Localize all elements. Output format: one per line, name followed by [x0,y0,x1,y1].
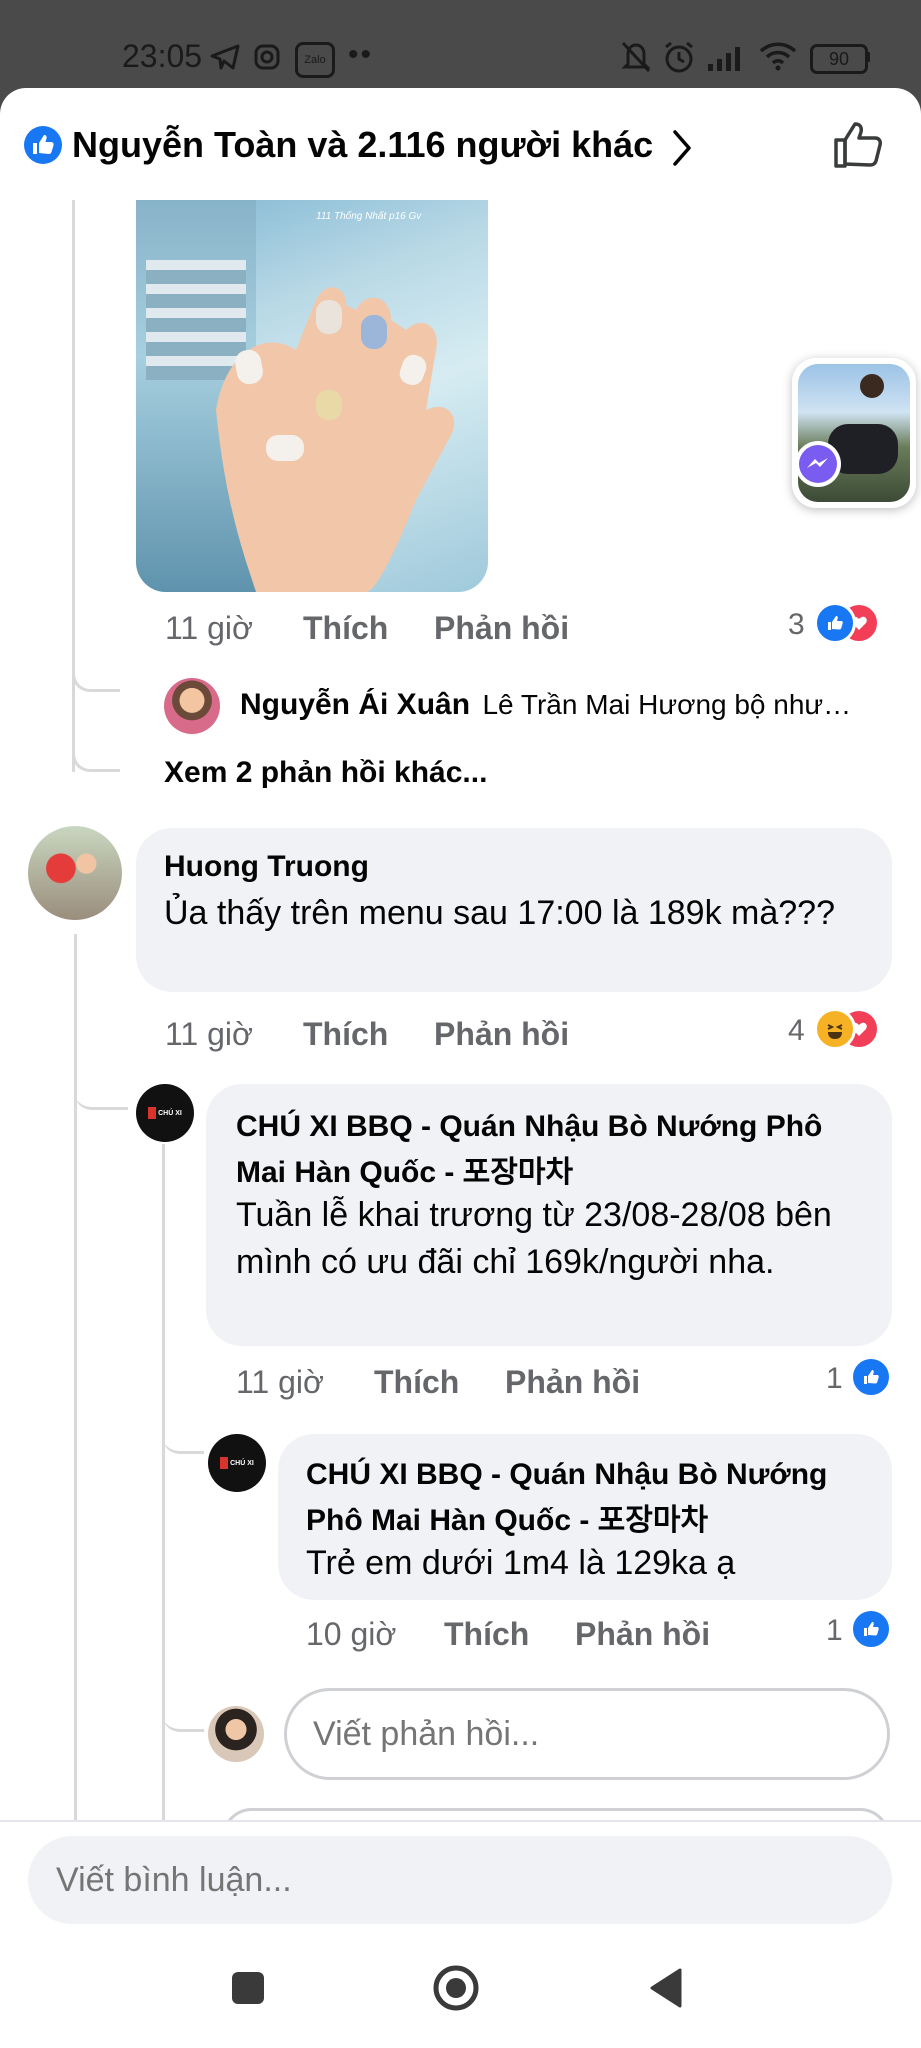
thread-line [72,200,75,772]
thumbs-up-icon[interactable] [832,118,884,170]
comment-author[interactable]: Huong Truong [164,850,369,884]
like-link[interactable]: Thích [444,1616,529,1653]
nav-recents-button[interactable] [228,1968,268,2008]
page-logo-text: CHÚ XI [230,1459,254,1467]
reply-time: 10 giờ [306,1616,397,1652]
reply-author[interactable]: CHÚ XI BBQ - Quán Nhậu Bò Nướng Phô Mai … [306,1452,876,1544]
reaction-count[interactable]: 1 [826,1614,843,1648]
nav-back-button[interactable] [646,1966,686,2010]
reply-time: 11 giờ [236,1364,324,1400]
reply-link[interactable]: Phản hồi [434,610,569,647]
comment-text: Ủa thấy trên menu sau 17:00 là 189k mà??… [164,894,835,932]
reaction-count[interactable]: 1 [826,1362,843,1396]
current-user-avatar [208,1706,264,1762]
comment-composer [0,1820,921,1962]
signal-icon [708,47,740,71]
thread-connector [72,670,120,692]
reply-bubble[interactable]: CHÚ XI BBQ - Quán Nhậu Bò Nướng Phô Mai … [206,1084,892,1346]
comment-time: 11 giờ [165,610,253,646]
like-reaction-icon [814,602,856,644]
comment-photo[interactable]: 111 Thống Nhất p16 Gv [136,200,488,592]
alarm-icon [665,41,693,73]
page-avatar[interactable]: CHÚ XI [208,1434,266,1492]
like-reaction-icon [850,1608,892,1650]
like-link[interactable]: Thích [303,610,388,647]
reply-text: Tuần lễ khai trương từ 23/08-28/08 bên m… [236,1196,832,1281]
reaction-count[interactable]: 3 [788,608,805,642]
reply-input[interactable] [284,1688,890,1780]
haha-reaction-icon [814,1008,856,1050]
nested-reply-author: Nguyễn Ái Xuân [240,688,471,721]
reply-link[interactable]: Phản hồi [434,1016,569,1053]
wifi-icon [759,42,797,71]
thread-connector [162,1430,204,1454]
page-avatar[interactable]: CHÚ XI [136,1084,194,1142]
like-link[interactable]: Thích [374,1364,459,1401]
nav-back-icon [650,1968,682,2008]
nested-reply-text: Lê Trần Mai Hương bộ như… [482,689,852,720]
reply-text: Trẻ em dưới 1m4 là 129ka ạ [306,1544,736,1582]
comment-input[interactable] [28,1836,892,1924]
reply-bubble[interactable]: CHÚ XI BBQ - Quán Nhậu Bò Nướng Phô Mai … [278,1434,892,1600]
instagram-icon [254,44,280,70]
nav-home-button[interactable] [432,1964,480,2012]
mute-bell-icon [621,41,651,73]
thread-connector [74,1088,128,1110]
thread-line [74,934,77,1934]
comments-sheet: Nguyễn Toàn và 2.116 người khác 111 Thốn… [0,88,921,2048]
reactions-header[interactable]: Nguyễn Toàn và 2.116 người khác [0,88,921,200]
nav-home-icon [433,1965,479,2011]
like-reaction-icon [850,1356,892,1398]
more-notifications-icon: •• [348,38,374,71]
comment-bubble[interactable]: Huong Truong Ủa thấy trên menu sau 17:00… [136,828,892,992]
like-link[interactable]: Thích [303,1016,388,1053]
battery-indicator: 90 [810,44,868,74]
header-title: Nguyễn Toàn và 2.116 người khác [72,124,654,165]
avatar[interactable] [28,826,122,920]
battery-tip [866,52,870,62]
zalo-icon: Zalo [295,42,335,78]
status-bar: 23:05 Zalo •• 90 [0,0,921,88]
reply-link[interactable]: Phản hồi [505,1364,640,1401]
status-time: 23:05 [122,38,203,74]
page-logo-text: CHÚ XI [158,1109,182,1117]
view-more-replies[interactable]: Xem 2 phản hồi khác... [164,756,487,790]
navigation-bar [0,1960,921,2048]
reply-author[interactable]: CHÚ XI BBQ - Quán Nhậu Bò Nướng Phô Mai … [236,1104,866,1196]
avatar[interactable] [164,678,220,734]
reaction-count[interactable]: 4 [788,1014,805,1048]
telegram-icon [210,44,240,70]
hand-image [216,287,455,592]
photo-person-head [860,374,884,398]
thread-connector [162,1708,204,1732]
thread-connector [72,748,120,772]
chevron-right-icon[interactable] [670,128,694,168]
messenger-icon[interactable] [794,440,842,488]
comment-time: 11 giờ [165,1016,253,1052]
like-badge-icon [24,126,62,164]
nav-recents-icon [232,1972,264,2004]
nested-reply-preview[interactable]: Nguyễn Ái Xuân Lê Trần Mai Hương bộ như… [240,688,880,722]
reply-link[interactable]: Phản hồi [575,1616,710,1653]
